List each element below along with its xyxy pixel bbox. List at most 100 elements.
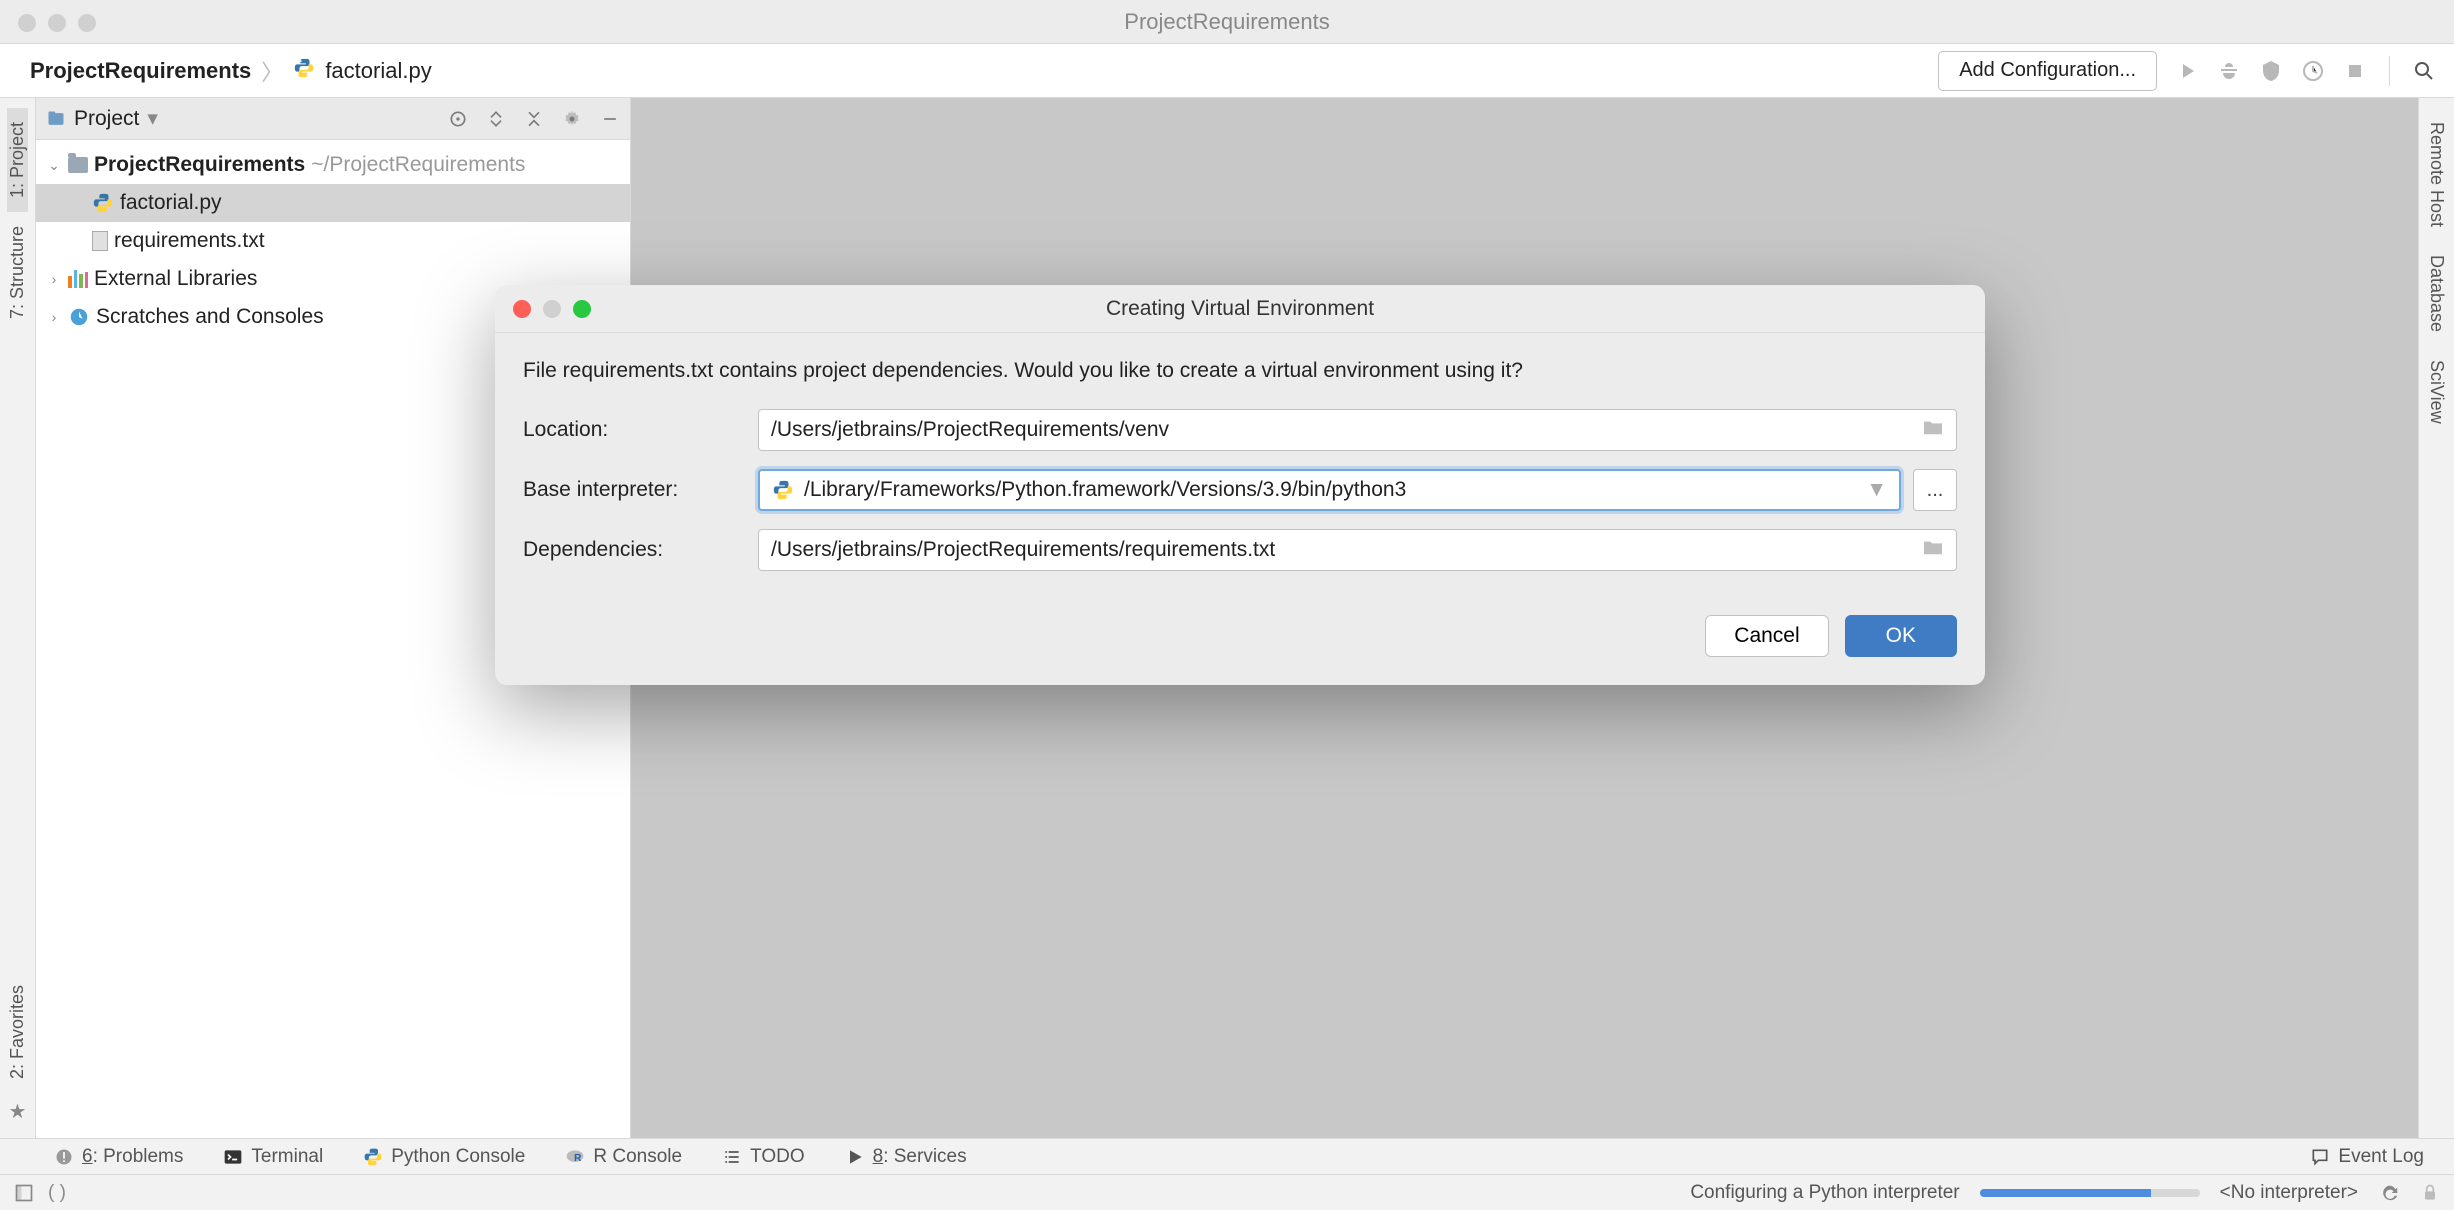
tool-terminal[interactable]: Terminal [223, 1146, 323, 1168]
run-icon[interactable] [2175, 59, 2199, 83]
status-interpreter[interactable]: <No interpreter> [2220, 1182, 2358, 1204]
interpreter-label: Base interpreter: [523, 478, 758, 502]
hide-icon[interactable] [600, 109, 620, 129]
lock-icon[interactable] [2420, 1183, 2440, 1203]
browse-folder-icon[interactable] [1922, 418, 1944, 442]
tool-event-log[interactable]: Event Log [2310, 1146, 2424, 1168]
tree-file-factorial[interactable]: factorial.py [36, 184, 630, 222]
close-icon[interactable] [513, 300, 531, 318]
status-task[interactable]: Configuring a Python interpreter [1690, 1182, 1959, 1204]
tree-file-label: requirements.txt [114, 229, 265, 253]
tool-tab-sciview[interactable]: SciView [2426, 346, 2447, 438]
titlebar: ProjectRequirements [0, 0, 2454, 44]
form-row-location: Location: /Users/jetbrains/ProjectRequir… [523, 409, 1957, 451]
status-spinner: ( ) [48, 1182, 66, 1204]
folder-icon [68, 157, 88, 173]
chevron-down-icon[interactable]: ⌄ [46, 157, 62, 174]
gear-icon[interactable] [562, 109, 582, 129]
tool-python-console[interactable]: Python Console [363, 1146, 525, 1168]
status-bar: ( ) Configuring a Python interpreter <No… [0, 1174, 2454, 1210]
tool-tab-favorites[interactable]: 2: Favorites [7, 971, 28, 1093]
tool-windows-icon[interactable] [14, 1183, 34, 1203]
dialog-titlebar[interactable]: Creating Virtual Environment [495, 285, 1985, 333]
dependencies-label: Dependencies: [523, 538, 758, 562]
add-configuration-button[interactable]: Add Configuration... [1938, 51, 2157, 91]
left-tool-stripe: 1: Project 7: Structure 2: Favorites ★ [0, 98, 36, 1138]
sync-icon[interactable] [2378, 1182, 2400, 1204]
window-controls [18, 14, 96, 32]
r-icon: R [565, 1147, 585, 1167]
coverage-icon[interactable] [2259, 59, 2283, 83]
toolbar-divider [2389, 56, 2390, 86]
collapse-all-icon[interactable] [524, 109, 544, 129]
maximize-icon[interactable] [573, 300, 591, 318]
location-label: Location: [523, 418, 758, 442]
tree-root-name: ProjectRequirements [94, 153, 305, 177]
dialog-message: File requirements.txt contains project d… [523, 359, 1957, 383]
tool-tab-remote-host[interactable]: Remote Host [2426, 108, 2447, 241]
project-header-title[interactable]: Project ▾ [46, 106, 158, 131]
text-file-icon [92, 231, 108, 251]
chat-icon [2310, 1147, 2330, 1167]
tree-file-requirements[interactable]: requirements.txt [36, 222, 630, 260]
chevron-right-icon[interactable]: › [46, 271, 62, 287]
terminal-icon [223, 1147, 243, 1167]
scratches-icon [68, 306, 90, 328]
tool-r-console[interactable]: R R Console [565, 1146, 682, 1168]
dialog-title: Creating Virtual Environment [1106, 297, 1374, 321]
dependencies-input[interactable]: /Users/jetbrains/ProjectRequirements/req… [758, 529, 1957, 571]
interpreter-value: /Library/Frameworks/Python.framework/Ver… [804, 478, 1406, 502]
python-icon [363, 1147, 383, 1167]
svg-text:R: R [575, 1153, 583, 1164]
libraries-icon [68, 270, 88, 288]
expand-all-icon[interactable] [486, 109, 506, 129]
form-row-dependencies: Dependencies: /Users/jetbrains/ProjectRe… [523, 529, 1957, 571]
tool-tab-structure[interactable]: 7: Structure [7, 212, 28, 333]
dialog-window-controls [513, 300, 591, 318]
breadcrumb-file[interactable]: factorial.py [325, 58, 431, 84]
navigation-bar: ProjectRequirements 〉 factorial.py Add C… [0, 44, 2454, 98]
tree-label: External Libraries [94, 267, 257, 291]
window-title: ProjectRequirements [1124, 9, 1329, 35]
dialog-creating-venv: Creating Virtual Environment File requir… [495, 285, 1985, 685]
dialog-body: File requirements.txt contains project d… [495, 333, 1985, 685]
tool-tab-project[interactable]: 1: Project [7, 108, 28, 212]
python-file-icon [293, 57, 315, 85]
run-toolbar [2175, 56, 2436, 86]
chevron-down-icon[interactable]: ▼ [1866, 478, 1887, 502]
locate-icon[interactable] [448, 109, 468, 129]
right-tool-stripe: Remote Host Database SciView [2418, 98, 2454, 1138]
minimize-icon[interactable] [48, 14, 66, 32]
minimize-icon [543, 300, 561, 318]
close-icon[interactable] [18, 14, 36, 32]
progress-bar[interactable] [1980, 1189, 2200, 1197]
location-input[interactable]: /Users/jetbrains/ProjectRequirements/ven… [758, 409, 1957, 451]
interpreter-browse-button[interactable]: ... [1913, 469, 1957, 511]
stop-icon[interactable] [2343, 59, 2367, 83]
tool-services[interactable]: 8: Services [845, 1146, 967, 1168]
chevron-right-icon[interactable]: › [46, 309, 62, 325]
breadcrumb[interactable]: ProjectRequirements 〉 factorial.py [30, 55, 432, 87]
tool-problems[interactable]: 6: Problems [54, 1146, 183, 1168]
debug-icon[interactable] [2217, 59, 2241, 83]
dependencies-value: /Users/jetbrains/ProjectRequirements/req… [771, 538, 1275, 562]
location-value: /Users/jetbrains/ProjectRequirements/ven… [771, 418, 1169, 442]
bottom-tool-bar: 6: Problems Terminal Python Console R R … [0, 1138, 2454, 1174]
tree-file-label: factorial.py [120, 191, 222, 215]
ok-button[interactable]: OK [1845, 615, 1957, 657]
maximize-icon[interactable] [78, 14, 96, 32]
tool-tab-database[interactable]: Database [2426, 241, 2447, 346]
breadcrumb-root[interactable]: ProjectRequirements [30, 58, 251, 84]
star-icon: ★ [9, 1099, 27, 1124]
warning-icon [54, 1147, 74, 1167]
project-header: Project ▾ [36, 98, 630, 140]
python-file-icon [92, 192, 114, 214]
tool-todo[interactable]: TODO [722, 1146, 805, 1168]
list-icon [722, 1147, 742, 1167]
browse-folder-icon[interactable] [1922, 538, 1944, 562]
profile-icon[interactable] [2301, 59, 2325, 83]
tree-root[interactable]: ⌄ ProjectRequirements ~/ProjectRequireme… [36, 146, 630, 184]
interpreter-combobox[interactable]: /Library/Frameworks/Python.framework/Ver… [758, 469, 1901, 511]
cancel-button[interactable]: Cancel [1705, 615, 1828, 657]
search-icon[interactable] [2412, 59, 2436, 83]
